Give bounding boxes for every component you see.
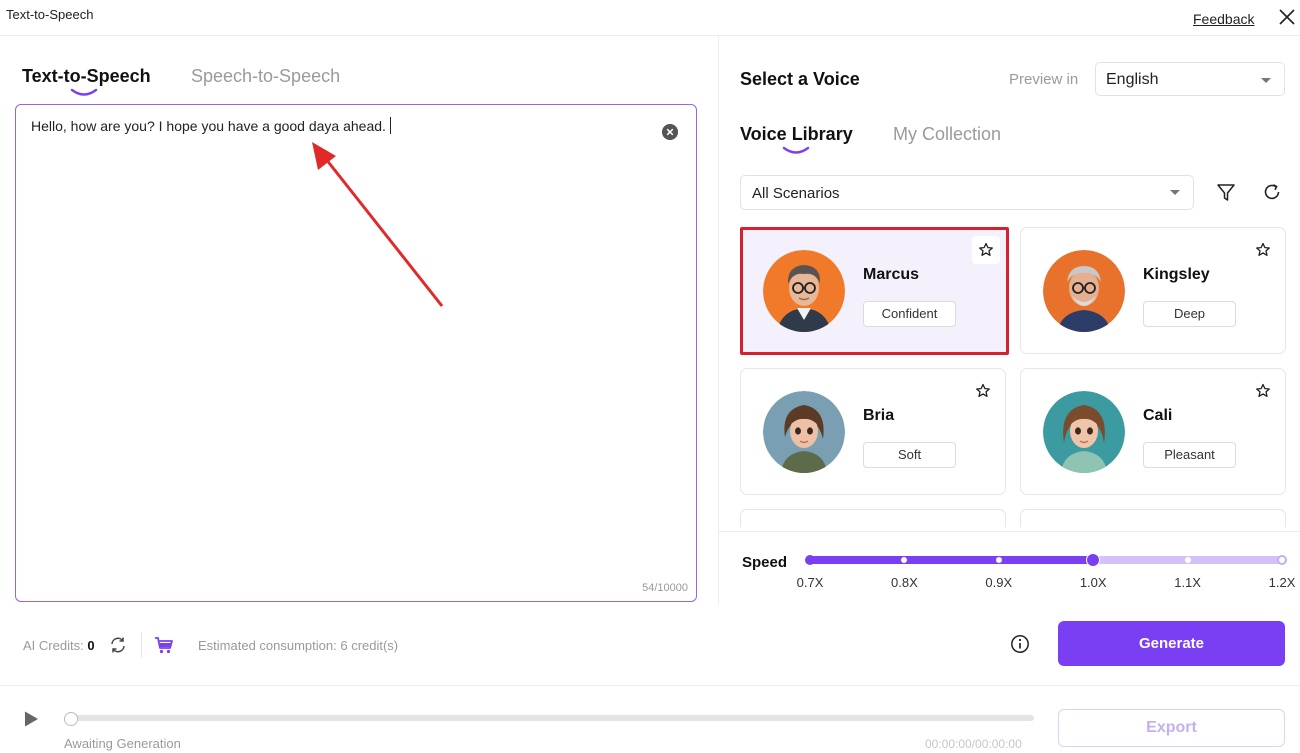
language-select[interactable]: English xyxy=(1095,62,1285,96)
scenario-select[interactable]: All Scenarios xyxy=(740,175,1194,210)
avatar-marcus xyxy=(763,250,845,332)
panel-divider xyxy=(718,36,719,604)
tab-text-to-speech[interactable]: Text-to-Speech xyxy=(22,66,151,87)
voice-name: Kingsley xyxy=(1143,266,1210,283)
speed-slider[interactable] xyxy=(805,553,1287,567)
tab-voice-library[interactable]: Voice Library xyxy=(740,124,853,145)
filter-icon[interactable] xyxy=(1216,182,1236,202)
voice-tag: Pleasant xyxy=(1143,442,1236,468)
close-icon[interactable] xyxy=(1278,8,1296,26)
play-icon[interactable] xyxy=(22,710,40,728)
estimated-consumption: Estimated consumption: 6 credit(s) xyxy=(198,638,399,653)
voice-card-marcus[interactable]: Marcus Confident xyxy=(740,227,1009,355)
avatar-cali xyxy=(1043,391,1125,473)
editor-text: Hello, how are you? I hope you have a go… xyxy=(31,118,386,134)
chevron-down-icon xyxy=(1261,78,1271,83)
voice-name: Cali xyxy=(1143,407,1173,424)
scenario-value: All Scenarios xyxy=(752,185,840,202)
speed-control: Speed 0.7X 0.8X 0.9X 1.0X 1.1X 1.2X xyxy=(719,531,1300,604)
voice-name: Marcus xyxy=(863,266,920,283)
playback-progress-track[interactable] xyxy=(66,715,1034,721)
ai-credits-label: AI Credits: xyxy=(23,638,84,653)
speed-slider-fill xyxy=(810,556,1094,564)
speed-tick-label: 1.2X xyxy=(1268,575,1296,590)
info-icon[interactable] xyxy=(1010,634,1030,654)
avatar-kingsley xyxy=(1043,250,1125,332)
favorite-star-icon[interactable] xyxy=(972,236,1000,264)
voice-tag: Confident xyxy=(863,301,956,327)
speed-slider-stop[interactable] xyxy=(995,557,1002,563)
footer-separator xyxy=(141,632,142,658)
generate-button[interactable]: Generate xyxy=(1058,621,1285,666)
editor-content[interactable]: Hello, how are you? I hope you have a go… xyxy=(31,117,391,134)
speed-tick-label: 0.9X xyxy=(985,575,1013,590)
playback-status: Awaiting Generation xyxy=(64,736,181,751)
playback-timecode: 00:00:00/00:00:00 xyxy=(925,737,1022,751)
window-title: Text-to-Speech xyxy=(6,7,94,22)
tab-speech-to-speech[interactable]: Speech-to-Speech xyxy=(191,66,340,87)
voice-tag: Soft xyxy=(863,442,956,468)
preview-in-label: Preview in xyxy=(1009,71,1079,88)
speed-tick-label: 0.7X xyxy=(796,575,824,590)
char-counter: 54/10000 xyxy=(642,582,688,594)
tab-my-collection[interactable]: My Collection xyxy=(893,124,1001,145)
chevron-down-icon xyxy=(1170,190,1180,195)
speed-tick-label: 1.0X xyxy=(1079,575,1107,590)
voice-card-kingsley[interactable]: Kingsley Deep xyxy=(1020,227,1286,354)
export-button[interactable]: Export xyxy=(1058,709,1285,747)
playback-progress-thumb[interactable] xyxy=(64,712,78,726)
voice-card-bria[interactable]: Bria Soft xyxy=(740,368,1006,495)
voice-card-partial[interactable] xyxy=(1020,509,1286,527)
voice-card-partial[interactable] xyxy=(740,509,1006,527)
avatar-bria xyxy=(763,391,845,473)
speed-tick-label: 1.1X xyxy=(1174,575,1201,590)
voice-name: Bria xyxy=(863,407,895,424)
speed-slider-stop[interactable] xyxy=(1184,557,1191,563)
speed-slider-stop[interactable] xyxy=(1277,555,1287,565)
refresh-icon[interactable] xyxy=(1262,182,1282,202)
tab-active-underline xyxy=(70,88,98,96)
ai-credits: AI Credits: 0 xyxy=(23,638,95,653)
speed-slider-stop[interactable] xyxy=(805,555,815,565)
favorite-star-icon[interactable] xyxy=(1249,377,1277,405)
ai-credits-value: 0 xyxy=(87,638,95,653)
speed-label: Speed xyxy=(742,554,788,571)
tab-active-underline xyxy=(782,146,810,154)
voice-tag: Deep xyxy=(1143,301,1236,327)
feedback-link[interactable]: Feedback xyxy=(1193,11,1254,27)
select-voice-heading: Select a Voice xyxy=(740,69,860,89)
title-bar: Text-to-Speech Feedback xyxy=(0,0,1300,36)
voice-grid: Marcus Confident Kingsley Deep Bria Soft… xyxy=(740,227,1286,527)
language-value: English xyxy=(1106,71,1159,88)
favorite-star-icon[interactable] xyxy=(969,377,997,405)
voice-card-cali[interactable]: Cali Pleasant xyxy=(1020,368,1286,495)
text-caret xyxy=(389,117,391,134)
credits-refresh-icon[interactable] xyxy=(109,636,127,654)
cart-icon[interactable] xyxy=(154,636,174,654)
speed-slider-thumb[interactable] xyxy=(1086,553,1101,567)
text-editor[interactable]: Hello, how are you? I hope you have a go… xyxy=(15,104,697,602)
speed-tick-label: 0.8X xyxy=(891,575,918,590)
clear-text-icon[interactable] xyxy=(662,124,678,140)
favorite-star-icon[interactable] xyxy=(1249,236,1277,264)
